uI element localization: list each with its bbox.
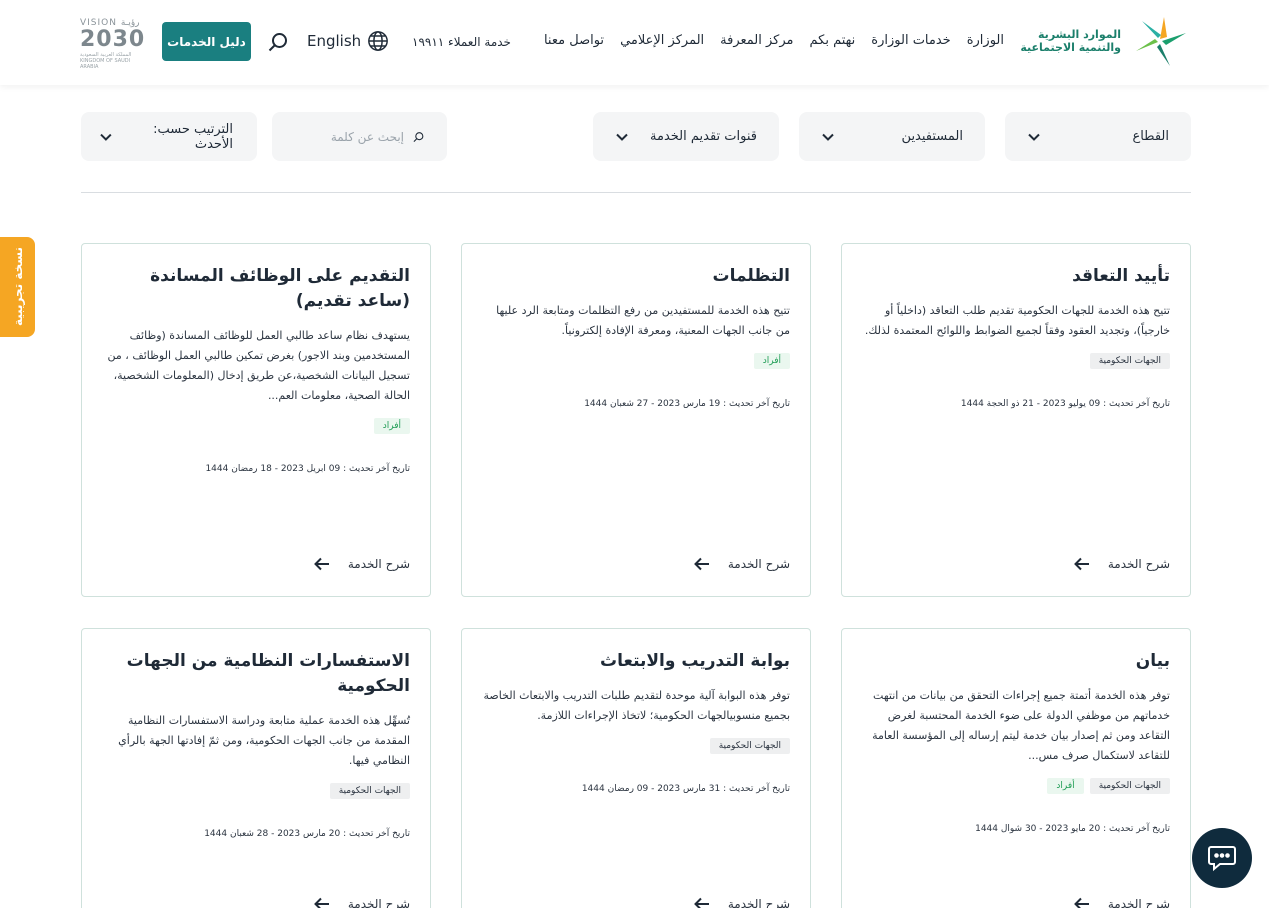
nav-we-care[interactable]: نهتم بكم <box>810 33 856 48</box>
ministry-name-line2: والتنمية الاجتماعية <box>1020 41 1121 54</box>
beta-version-label: نسخة تجريبية <box>10 247 25 327</box>
tag-government: الجهات الحكومية <box>1089 778 1170 794</box>
service-tags: الجهات الحكومية <box>102 783 410 799</box>
service-title[interactable]: الاستفسارات النظامية من الجهات الحكومية <box>102 649 410 699</box>
service-explanation-link[interactable]: شرح الخدمة <box>1073 557 1170 571</box>
service-description: تتيح هذه الخدمة للجهات الحكومية تقديم طل… <box>864 304 1170 337</box>
service-title[interactable]: بيان <box>862 649 1170 674</box>
service-explanation-link[interactable]: شرح الخدمة <box>693 897 790 908</box>
tag-government: الجهات الحكومية <box>1089 353 1170 369</box>
customer-service-number[interactable]: خدمة العملاء ١٩٩١١ <box>412 35 511 49</box>
search-icon <box>413 131 424 142</box>
sector-filter-label: القطاع <box>1132 129 1169 144</box>
last-updated: تاريخ آخر تحديث : 19 مارس 2023 - 27 شعبا… <box>584 399 790 409</box>
channels-filter[interactable]: قنوات تقديم الخدمة <box>593 112 779 161</box>
service-explanation-link[interactable]: شرح الخدمة <box>313 557 410 571</box>
service-description: تُسهِّل هذه الخدمة عملية متابعة ودراسة ا… <box>118 714 410 767</box>
service-explanation-link[interactable]: شرح الخدمة <box>693 557 790 571</box>
chat-icon <box>1208 846 1236 872</box>
last-updated: تاريخ آخر تحديث : 20 مارس 2023 - 28 شعبا… <box>204 829 410 839</box>
service-explanation-link[interactable]: شرح الخدمة <box>1073 897 1170 908</box>
sort-dropdown[interactable]: الترتيب حسب: الأحدث <box>81 112 257 161</box>
service-explanation-label: شرح الخدمة <box>347 897 410 908</box>
arrow-left-icon <box>1073 557 1089 571</box>
service-tags: الجهات الحكومية أفراد <box>862 778 1170 794</box>
chevron-down-icon <box>616 133 628 141</box>
arrow-left-icon <box>313 897 329 908</box>
service-title[interactable]: التظلمات <box>482 264 790 289</box>
nav-media-center[interactable]: المركز الإعلامي <box>620 33 704 48</box>
nav-knowledge-center[interactable]: مركز المعرفة <box>720 33 793 48</box>
nav-ministry[interactable]: الوزارة <box>967 33 1004 48</box>
service-card[interactable]: بيان توفر هذه الخدمة أتمتة جميع إجراءات … <box>841 628 1191 908</box>
globe-icon <box>368 31 389 51</box>
filters-divider <box>81 192 1191 193</box>
chat-button[interactable] <box>1192 828 1252 888</box>
service-explanation-label: شرح الخدمة <box>1107 897 1170 908</box>
service-card[interactable]: التظلمات تتيح هذه الخدمة للمستفيدين من ر… <box>461 243 811 597</box>
service-card[interactable]: بوابة التدريب والابتعاث توفر هذه البوابة… <box>461 628 811 908</box>
ministry-logo[interactable]: الموارد البشرية والتنمية الاجتماعية <box>1020 14 1191 68</box>
arrow-left-icon <box>1073 897 1089 908</box>
ministry-name-line1: الموارد البشرية <box>1038 28 1121 41</box>
beneficiaries-filter-label: المستفيدين <box>901 129 963 144</box>
search-icon[interactable] <box>266 30 290 54</box>
service-card[interactable]: الاستفسارات النظامية من الجهات الحكومية … <box>81 628 431 908</box>
tag-individuals: أفراد <box>753 353 790 369</box>
site-header: الموارد البشرية والتنمية الاجتماعية الوز… <box>0 0 1269 85</box>
services-guide-button[interactable]: دليل الخدمات <box>162 22 251 61</box>
sort-label: الترتيب حسب: الأحدث <box>153 121 233 152</box>
tag-government: الجهات الحكومية <box>329 783 410 799</box>
service-tags: أفراد <box>102 418 410 434</box>
sector-filter[interactable]: القطاع <box>1005 112 1191 161</box>
service-explanation-label: شرح الخدمة <box>727 557 790 571</box>
vision-2030-logo: VISION رؤيـة 2030 المملكة العربية السعود… <box>80 18 146 70</box>
last-updated: تاريخ آخر تحديث : 20 مايو 2023 - 30 شوال… <box>975 824 1170 834</box>
vision-sub-en: KINGDOM OF SAUDI ARABIA <box>80 58 131 70</box>
main-nav: الوزارة خدمات الوزارة نهتم بكم مركز المع… <box>544 33 1004 48</box>
ministry-logo-icon <box>1136 17 1186 66</box>
service-explanation-link[interactable]: شرح الخدمة <box>313 897 410 908</box>
nav-ministry-services[interactable]: خدمات الوزارة <box>871 33 950 48</box>
tag-government: الجهات الحكومية <box>709 738 790 754</box>
chevron-down-icon <box>100 133 112 141</box>
keyword-search <box>272 112 447 161</box>
service-card[interactable]: تأييد التعاقد تتيح هذه الخدمة للجهات الح… <box>841 243 1191 597</box>
last-updated: تاريخ آخر تحديث : 09 يوليو 2023 - 21 ذو … <box>960 399 1170 409</box>
service-tags: الجهات الحكومية <box>482 738 790 754</box>
tag-individuals: أفراد <box>373 418 410 434</box>
service-explanation-label: شرح الخدمة <box>727 897 790 908</box>
language-label: English <box>307 32 362 50</box>
ministry-name: الموارد البشرية والتنمية الاجتماعية <box>1020 28 1121 54</box>
service-explanation-label: شرح الخدمة <box>347 557 410 571</box>
nav-contact-us[interactable]: تواصل معنا <box>544 33 604 48</box>
chevron-down-icon <box>1028 133 1040 141</box>
last-updated: تاريخ آخر تحديث : 31 مارس 2023 - 09 رمضا… <box>581 784 790 794</box>
service-tags: الجهات الحكومية <box>862 353 1170 369</box>
service-description: يستهدف نظام ساعد طالبي العمل للوظائف الم… <box>107 329 410 402</box>
service-explanation-label: شرح الخدمة <box>1107 557 1170 571</box>
vision-number: 2030 <box>80 27 146 52</box>
keyword-search-input[interactable] <box>294 129 404 144</box>
tag-individuals: أفراد <box>1047 778 1084 794</box>
last-updated: تاريخ آخر تحديث : 09 ابريل 2023 - 18 رمض… <box>205 464 410 474</box>
service-title[interactable]: بوابة التدريب والابتعاث <box>482 649 790 674</box>
arrow-left-icon <box>313 557 329 571</box>
service-description: تتيح هذه الخدمة للمستفيدين من رفع التظلم… <box>496 304 790 337</box>
arrow-left-icon <box>693 557 709 571</box>
service-description: توفر هذه البوابة آلية موحدة لتقديم طلبات… <box>483 689 790 722</box>
service-title[interactable]: التقديم على الوظائف المساندة (ساعد تقديم… <box>102 264 410 314</box>
service-tags: أفراد <box>482 353 790 369</box>
service-card[interactable]: التقديم على الوظائف المساندة (ساعد تقديم… <box>81 243 431 597</box>
beneficiaries-filter[interactable]: المستفيدين <box>799 112 985 161</box>
channels-filter-label: قنوات تقديم الخدمة <box>650 129 757 144</box>
arrow-left-icon <box>693 897 709 908</box>
language-switch[interactable]: English <box>307 30 389 52</box>
chevron-down-icon <box>822 133 834 141</box>
beta-version-tab[interactable]: نسخة تجريبية <box>0 237 35 337</box>
service-description: توفر هذه الخدمة أتمتة جميع إجراءات التحق… <box>872 689 1170 762</box>
service-title[interactable]: تأييد التعاقد <box>862 264 1170 289</box>
